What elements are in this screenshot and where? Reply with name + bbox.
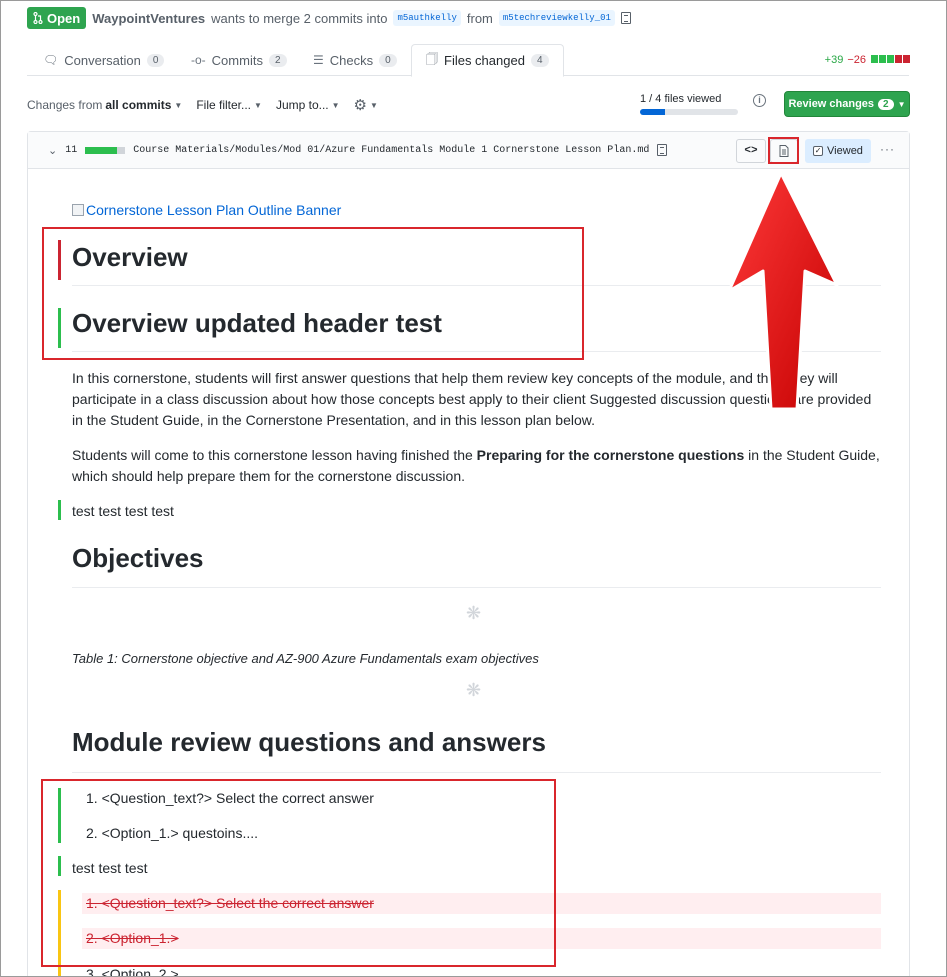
changes-from-dropdown[interactable]: Changes from all commits ▼ <box>27 98 182 112</box>
screenshot-frame: Open WaypointVentures wants to merge 2 c… <box>0 0 947 977</box>
paragraph-text: Students will come to this cornerstone l… <box>72 447 473 463</box>
checklist-icon: ☰ <box>313 53 324 67</box>
added-marker <box>58 500 61 520</box>
table-caption: Table 1: Cornerstone objective and AZ-90… <box>72 651 539 666</box>
changes-from-prefix: Changes from <box>27 98 103 112</box>
review-count: 2 <box>878 98 894 110</box>
tab-count: 2 <box>268 53 287 67</box>
copy-path-icon[interactable] <box>657 144 668 156</box>
viewed-checkbox[interactable]: ✓ <box>813 146 824 156</box>
tab-label: Files changed <box>444 53 525 68</box>
loading-spinner-icon: ❋ <box>466 603 482 623</box>
file-diff-icon: 🗍 <box>426 52 438 66</box>
tab-conversation[interactable]: 🗨 Conversation 0 <box>29 44 178 76</box>
diff-toolbar: Changes from all commits ▼ File filter..… <box>27 96 392 114</box>
tab-count: 0 <box>379 53 397 67</box>
files-viewed-progress <box>640 109 738 115</box>
info-icon[interactable]: i <box>753 94 766 107</box>
base-branch[interactable]: m5authkelly <box>393 10 461 26</box>
paragraph-preparing: Students will come to this cornerstone l… <box>72 445 882 487</box>
annotation-box-rich-diff <box>768 137 799 164</box>
pr-header: Open WaypointVentures wants to merge 2 c… <box>27 7 631 29</box>
jump-to-dropdown[interactable]: Jump to... ▼ <box>276 98 340 112</box>
caret-down-icon: ▼ <box>254 100 262 110</box>
tab-commits[interactable]: -o- Commits 2 <box>177 44 301 76</box>
caret-down-icon: ▼ <box>331 100 340 110</box>
paragraph-bold: Preparing for the cornerstone questions <box>476 447 745 463</box>
loading-spinner-icon: ❋ <box>466 680 482 700</box>
tab-files-changed[interactable]: 🗍 Files changed 4 <box>411 44 564 77</box>
caret-down-icon: ▼ <box>174 100 183 110</box>
git-pull-request-icon <box>33 12 43 24</box>
review-changes-button[interactable]: Review changes 2 ▼ <box>784 91 910 117</box>
diffstat: +39 −26 <box>825 54 910 66</box>
tab-label: Conversation <box>64 52 141 68</box>
file-path[interactable]: Course Materials/Modules/Mod 01/Azure Fu… <box>133 145 649 156</box>
copy-branch-icon[interactable] <box>620 12 631 24</box>
from-text: from <box>466 10 493 26</box>
caret-down-icon: ▼ <box>897 99 906 109</box>
test-line: test test test test <box>72 503 174 519</box>
pr-state-label: Open <box>47 10 81 26</box>
pr-tabs: 🗨 Conversation 0 -o- Commits 2 ☰ Checks … <box>27 44 909 77</box>
files-viewed-progress-fill <box>640 109 665 115</box>
pr-action-text: wants to merge 2 commits into <box>211 10 388 26</box>
deletions-count: −26 <box>847 54 866 66</box>
tab-count: 4 <box>530 54 549 67</box>
heading-objectives: Objectives <box>72 543 881 588</box>
annotation-arrow-icon <box>727 171 839 411</box>
diffstat-blocks <box>85 146 126 154</box>
annotation-box-headers <box>42 227 584 360</box>
commit-icon: -o- <box>191 53 206 67</box>
banner-image-link[interactable]: Cornerstone Lesson Plan Outline Banner <box>72 202 341 218</box>
review-changes-label: Review changes <box>788 98 875 110</box>
collapse-chevron-icon[interactable]: ⌄ <box>48 144 57 157</box>
more-options-icon[interactable]: ··· <box>880 142 895 156</box>
viewed-toggle[interactable]: ✓ Viewed <box>805 139 871 163</box>
list-item: 3. <Option_2.> <box>86 966 179 977</box>
diffstat-blocks <box>870 54 910 66</box>
tab-checks[interactable]: ☰ Checks 0 <box>299 44 411 76</box>
tab-label: Commits <box>211 52 263 68</box>
viewed-label: Viewed <box>827 145 863 157</box>
annotation-box-list <box>41 779 556 967</box>
tab-label: Checks <box>329 52 374 68</box>
additions-count: +39 <box>824 54 844 66</box>
changes-from-value: all commits <box>105 98 172 112</box>
file-filter-label: File filter... <box>196 98 252 112</box>
file-header: ⌄ 11 Course Materials/Modules/Mod 01/Azu… <box>28 132 909 169</box>
pr-state-badge: Open <box>27 7 87 29</box>
diff-settings-dropdown[interactable]: ⚙ ▼ <box>354 96 378 114</box>
code-icon: <> <box>744 145 758 157</box>
jump-to-label: Jump to... <box>275 98 329 112</box>
pr-author-link[interactable]: WaypointVentures <box>92 11 205 26</box>
broken-image-icon <box>72 204 84 216</box>
banner-alt-text: Cornerstone Lesson Plan Outline Banner <box>86 202 342 218</box>
gear-icon: ⚙ <box>353 97 367 114</box>
files-viewed-text: 1 / 4 files viewed <box>640 93 722 105</box>
head-branch[interactable]: m5techreviewkelly_01 <box>498 10 615 26</box>
lines-changed: 11 <box>65 144 78 156</box>
caret-down-icon: ▼ <box>370 100 378 110</box>
source-diff-button[interactable]: <> <box>736 139 766 163</box>
tab-count: 0 <box>146 53 165 67</box>
heading-module-review: Module review questions and answers <box>72 727 881 773</box>
file-filter-dropdown[interactable]: File filter... ▼ <box>196 98 262 112</box>
comment-icon: 🗨 <box>43 53 59 67</box>
